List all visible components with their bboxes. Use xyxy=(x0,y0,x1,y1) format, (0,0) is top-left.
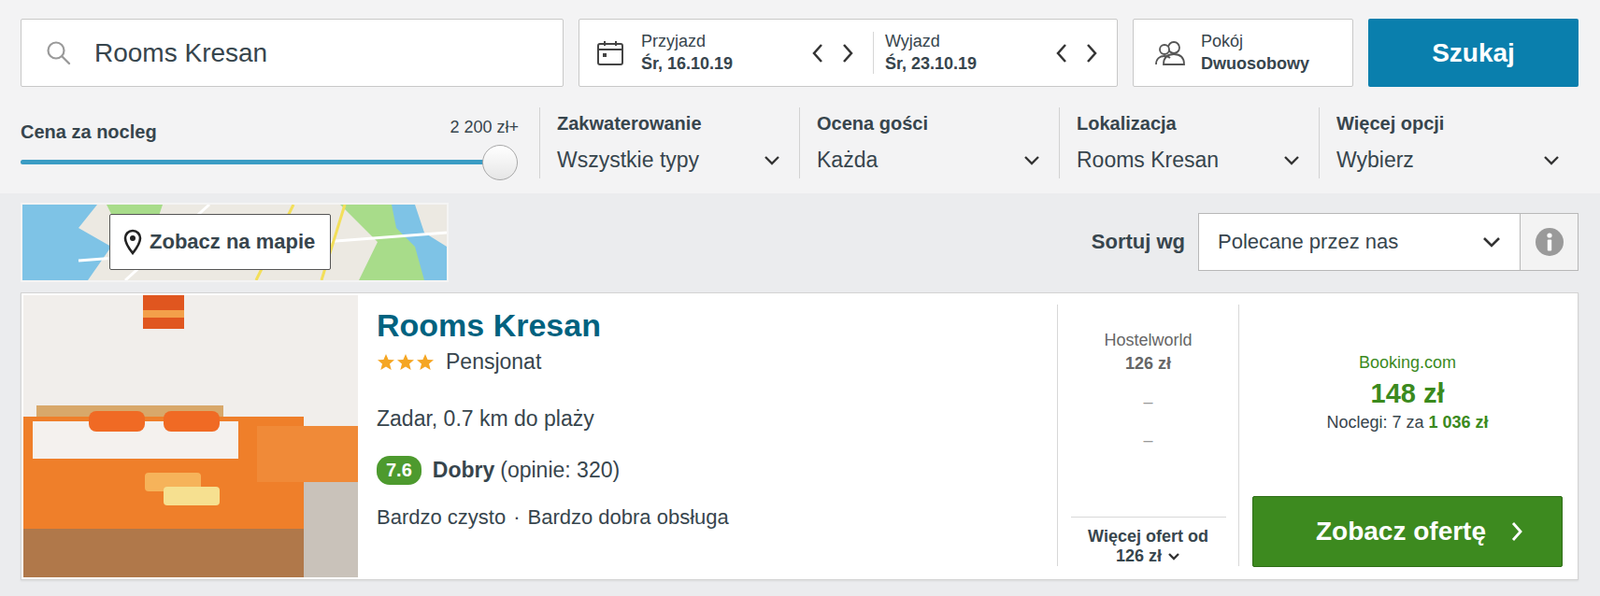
filter-label: Ocena gości xyxy=(816,113,1041,135)
room-label: Pokój xyxy=(1200,31,1310,52)
chevron-down-icon xyxy=(1167,552,1181,562)
hotel-type: Pensjonat xyxy=(445,349,542,375)
chevron-down-icon xyxy=(763,155,781,167)
filter-dropdown[interactable]: Lokalizacja Rooms Kresan xyxy=(1058,107,1319,179)
date-field[interactable]: PrzyjazdŚr, 16.10.19 xyxy=(629,31,873,74)
chevron-down-icon xyxy=(1482,236,1501,249)
filter-value: Każda xyxy=(816,147,878,173)
calendar-icon xyxy=(596,40,625,67)
review-count: (opinie: 320) xyxy=(500,457,620,484)
star-rating xyxy=(376,353,435,372)
pin-icon xyxy=(123,228,143,256)
sort-dropdown[interactable]: Polecane przez nas xyxy=(1198,213,1521,272)
filter-dropdown[interactable]: Ocena gości Każda xyxy=(799,107,1059,179)
room-selector[interactable]: PokójDwuosobowy xyxy=(1132,18,1354,87)
hotel-card: Rooms Kresan Pensjonat Zadar, 0.7 km do pl… xyxy=(20,292,1579,581)
chevron-left-icon xyxy=(1055,42,1069,64)
hotel-name[interactable]: Rooms Kresan xyxy=(376,306,1039,344)
hotel-photo xyxy=(23,295,358,578)
next-day-button[interactable] xyxy=(1083,41,1100,66)
chevron-right-icon xyxy=(1510,521,1524,543)
filter-value: Wszystkie typy xyxy=(557,147,700,173)
next-day-button[interactable] xyxy=(839,41,857,66)
highlights: Bardzo czysto · Bardzo dobra obsługa xyxy=(376,505,1039,530)
results-area: Zobacz na mapie Sortuj wg Polecane przez n… xyxy=(0,193,1600,581)
empty-offer: – xyxy=(1142,392,1153,413)
side-offer[interactable]: Hostelworld 126 zł xyxy=(1103,330,1192,374)
more-offers-button[interactable]: Więcej ofert od126 zł xyxy=(1071,516,1227,567)
hotel-location: Zadar, 0.7 km do plaży xyxy=(376,406,1039,432)
filter-label: Więcej opcji xyxy=(1336,113,1560,135)
rating-badge: 7.6 xyxy=(376,456,422,486)
previous-day-button[interactable] xyxy=(1053,41,1071,66)
date-field[interactable]: WyjazdŚr, 23.10.19 xyxy=(872,31,1117,74)
sort-label: Sortuj wg xyxy=(1091,229,1186,255)
filter-value: Rooms Kresan xyxy=(1076,147,1219,173)
main-offer-price: 148 zł xyxy=(1371,378,1445,410)
slider-fill xyxy=(20,159,500,165)
sort-info-button[interactable] xyxy=(1520,213,1579,272)
chevron-right-icon xyxy=(1085,42,1099,64)
filter-label: Lokalizacja xyxy=(1076,113,1300,135)
highlight: Bardzo czysto xyxy=(376,505,506,530)
search-field[interactable]: Rooms Kresan xyxy=(20,18,564,87)
rating-row: 7.6 Dobry(opinie: 320) xyxy=(376,456,1039,486)
room-value: Dwuosobowy xyxy=(1200,54,1310,74)
date-value: Śr, 16.10.19 xyxy=(641,54,733,74)
star-icon xyxy=(396,353,415,372)
chevron-down-icon xyxy=(1283,155,1300,167)
magnifier-icon xyxy=(45,40,72,67)
star-icon xyxy=(415,353,435,372)
main-offer-provider: Booking.com xyxy=(1358,353,1457,373)
date-picker[interactable]: PrzyjazdŚr, 16.10.19WyjazdŚr, 23.10.19 xyxy=(578,18,1118,87)
main-offer: Booking.com 148 zł Noclegi: 7 za 1 036 zł Z… xyxy=(1239,295,1576,578)
rating-label: Dobry xyxy=(432,457,495,484)
offer-provider: Hostelworld xyxy=(1103,330,1192,351)
hotel-search-page: Rooms KresanPrzyjazdŚr, 16.10.19WyjazdŚr… xyxy=(0,0,1600,596)
star-icon xyxy=(376,353,396,372)
date-label: Wyjazd xyxy=(885,31,977,52)
results-toolbar: Zobacz na mapie Sortuj wg Polecane przez n… xyxy=(20,201,1579,283)
highlight-separator: · xyxy=(513,505,520,530)
filter-label: Cena za nocleg xyxy=(20,121,158,143)
date-label: Przyjazd xyxy=(641,31,733,52)
chevron-right-icon xyxy=(841,42,855,64)
search-header: Rooms KresanPrzyjazdŚr, 16.10.19WyjazdŚr… xyxy=(0,0,1600,194)
filter-dropdown[interactable]: Zakwaterowanie Wszystkie typy xyxy=(539,107,800,179)
filter-value: Wybierz xyxy=(1336,147,1415,173)
date-value: Śr, 23.10.19 xyxy=(885,54,977,74)
hotel-info: Rooms Kresan Pensjonat Zadar, 0.7 km do pl… xyxy=(357,295,1058,578)
price-reading: 2 200 zł+ xyxy=(449,117,519,138)
info-icon xyxy=(1534,227,1565,258)
search-value: Rooms Kresan xyxy=(94,38,268,69)
empty-offer: – xyxy=(1142,430,1153,451)
other-offers: Hostelworld 126 zł – – Więcej ofert od126 zł xyxy=(1057,304,1240,567)
chevron-down-icon xyxy=(1542,155,1560,167)
filter-dropdown[interactable]: Więcej opcji Wybierz xyxy=(1318,107,1579,179)
offer-price: 126 zł xyxy=(1125,354,1172,374)
previous-day-button[interactable] xyxy=(809,41,827,66)
filter-label: Zakwaterowanie xyxy=(557,113,781,135)
price-slider[interactable] xyxy=(20,159,500,165)
price-filter: Cena za nocleg 2 200 zł+ xyxy=(20,107,540,179)
highlight: Bardzo dobra obsługa xyxy=(528,505,729,530)
view-offer-button[interactable]: Zobacz ofertę xyxy=(1252,496,1563,568)
map-thumbnail[interactable]: Zobacz na mapie xyxy=(20,202,449,283)
sort-value: Polecane przez nas xyxy=(1217,229,1399,255)
chevron-left-icon xyxy=(811,42,825,64)
filter-bar: Cena za nocleg 2 200 zł+ Zakwaterowanie Wsz… xyxy=(20,107,1579,179)
slider-knob[interactable] xyxy=(482,144,518,181)
chevron-down-icon xyxy=(1023,155,1041,167)
nights-total: Noclegi: 7 za 1 036 zł xyxy=(1326,413,1488,433)
people-icon xyxy=(1154,40,1188,67)
search-button[interactable]: Szukaj xyxy=(1368,18,1579,87)
sort-control: Sortuj wg Polecane przez nas xyxy=(1091,213,1579,272)
show-map-button[interactable]: Zobacz na mapie xyxy=(109,214,331,271)
search-bar: Rooms KresanPrzyjazdŚr, 16.10.19WyjazdŚr… xyxy=(20,18,1579,87)
